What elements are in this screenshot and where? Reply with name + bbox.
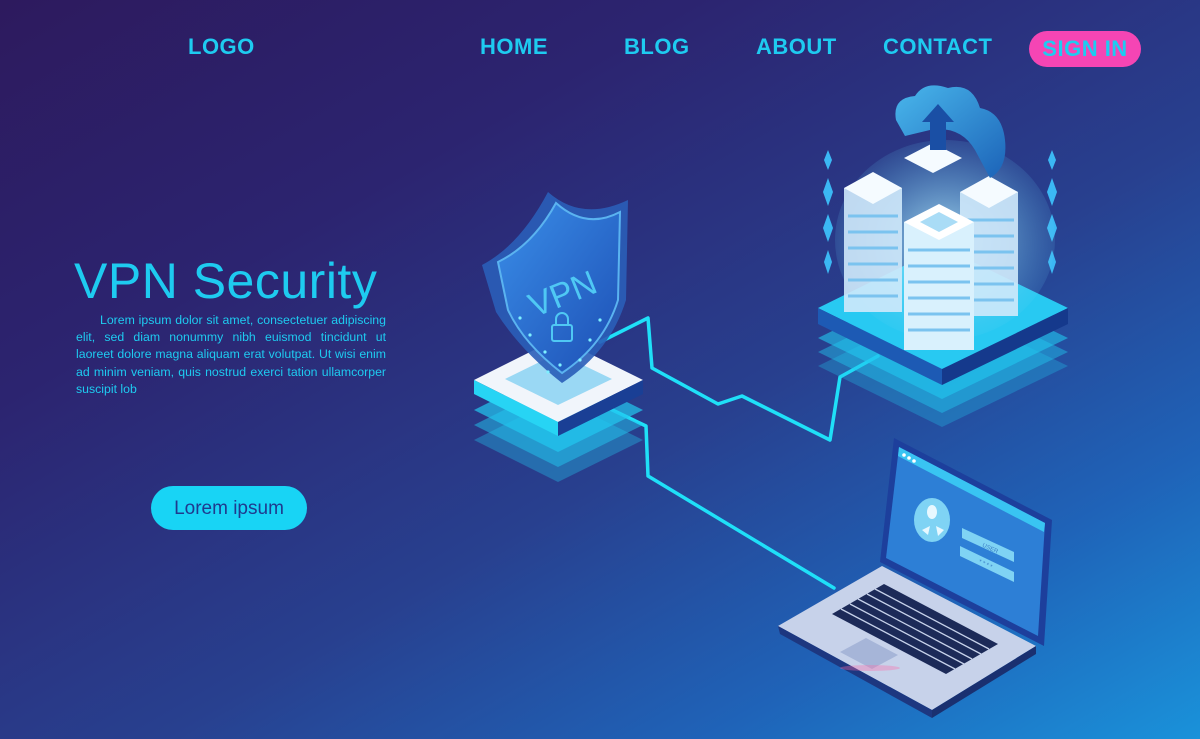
cable-shield-laptop [602, 404, 836, 590]
user-avatar-icon [914, 498, 950, 542]
vpn-shield-icon: VPN [482, 192, 628, 383]
network-illustration: VPN USER * * * * [474, 85, 1068, 718]
